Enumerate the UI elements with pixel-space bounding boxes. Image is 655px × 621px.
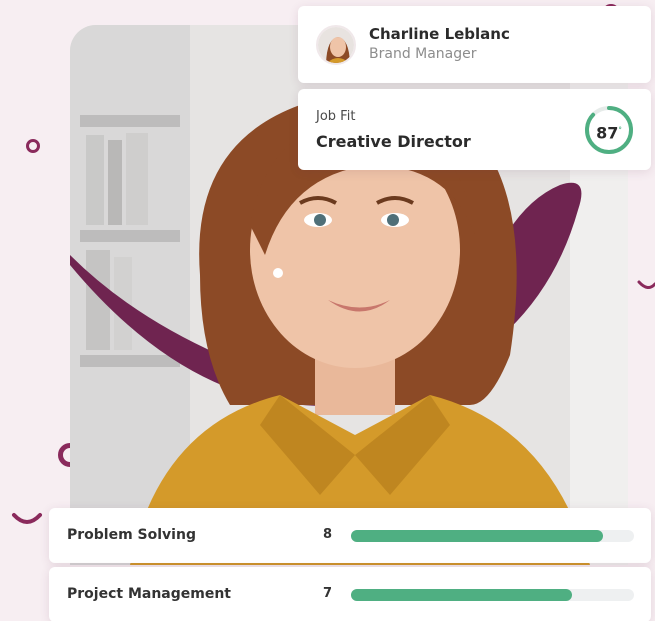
job-fit-label: Job Fit xyxy=(316,109,356,124)
profile-name: Charline Leblanc xyxy=(369,25,510,43)
skill-name: Problem Solving xyxy=(67,527,196,543)
job-fit-score: 87° xyxy=(596,123,622,143)
job-fit-title: Creative Director xyxy=(316,132,471,151)
job-fit-card: Job Fit Creative Director 87° xyxy=(298,89,651,170)
skill-bar-fill xyxy=(351,530,603,542)
skill-bar-fill xyxy=(351,589,572,601)
skill-bar-track xyxy=(351,530,634,542)
decor-ring-left xyxy=(26,139,40,153)
skill-bar-track xyxy=(351,589,634,601)
profile-role: Brand Manager xyxy=(369,46,477,62)
decor-arc-right xyxy=(637,280,655,289)
skill-name: Project Management xyxy=(67,586,231,602)
skill-row-project-management: Project Management 7 xyxy=(49,567,651,621)
skill-row-problem-solving: Problem Solving 8 xyxy=(49,508,651,563)
skill-value: 7 xyxy=(323,586,333,601)
job-fit-score-ring: 87° xyxy=(583,104,635,156)
avatar xyxy=(316,25,356,65)
profile-card: Charline Leblanc Brand Manager xyxy=(298,6,651,83)
skill-value: 8 xyxy=(323,527,333,542)
decor-arc-bottom-left xyxy=(12,513,42,524)
